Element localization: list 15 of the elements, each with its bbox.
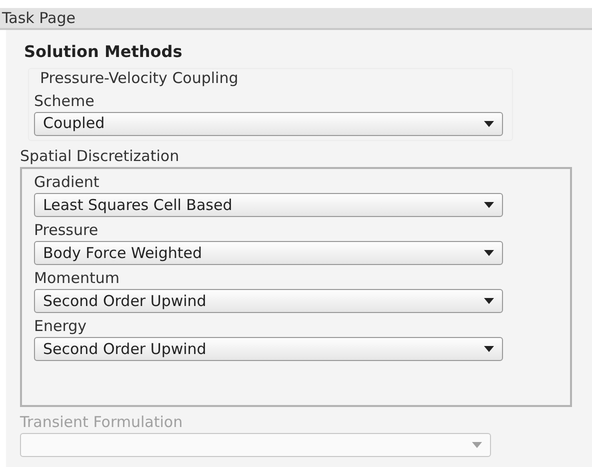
dropdown[interactable]: Body Force Weighted	[34, 241, 503, 265]
dropdown[interactable]: Second Order Upwind	[34, 289, 503, 313]
field-label: Energy	[34, 316, 88, 337]
section-heading: Solution Methods	[23, 41, 184, 63]
field-label: Transient Formulation	[20, 412, 184, 433]
dropdown[interactable]: Least Squares Cell Based	[34, 193, 503, 217]
window-title: Task Page	[2, 8, 76, 29]
group-title: Pressure-Velocity Coupling	[39, 68, 240, 89]
field-label: Scheme	[34, 90, 96, 112]
field-label: Gradient	[34, 172, 100, 193]
field-label: Pressure	[34, 220, 100, 241]
dropdown[interactable]: Second Order Upwind	[34, 337, 503, 361]
field-label: Momentum	[34, 268, 120, 289]
group-title: Spatial Discretization	[20, 146, 180, 166]
dropdown[interactable]: Coupled	[34, 112, 503, 136]
